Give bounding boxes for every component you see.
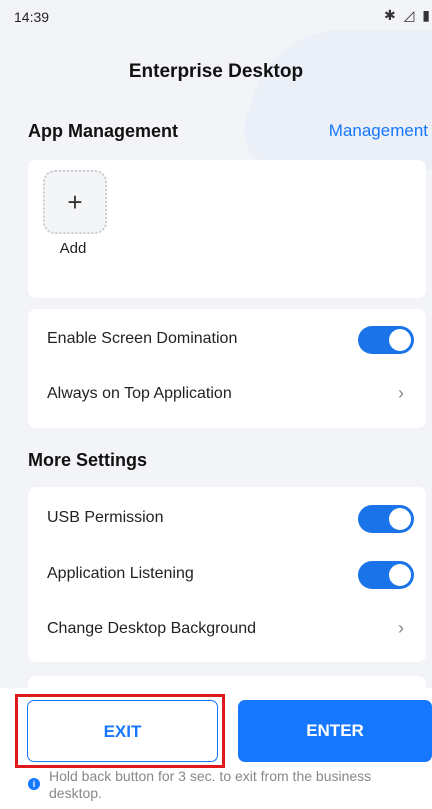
row-label: Always on Top Application (47, 385, 232, 402)
row-label: Change Desktop Background (47, 620, 257, 637)
add-label: Add (59, 240, 87, 257)
hint-text: Hold back button for 3 sec. to exit from… (49, 768, 372, 801)
usb-permission-toggle[interactable] (358, 505, 414, 533)
chevron-right-icon: › (398, 618, 404, 638)
row-label: Application Listening (47, 565, 194, 582)
toggle-knob (389, 564, 411, 586)
more-settings-title: More Settings (28, 450, 148, 470)
add-app-button[interactable]: + (43, 170, 107, 234)
plus-icon: + (67, 187, 83, 217)
info-icon: i (28, 778, 40, 790)
row-label: Enable Screen Domination (47, 330, 238, 347)
row-label: USB Permission (47, 509, 164, 526)
screen-settings-card: Enable Screen Domination Always on Top A… (28, 309, 426, 428)
row-always-on-top[interactable]: Always on Top Application › (28, 367, 426, 423)
management-link[interactable]: Management (329, 121, 428, 141)
app-card: + Add (28, 160, 426, 298)
toggle-knob (389, 508, 411, 530)
screen-domination-toggle[interactable] (358, 326, 414, 354)
page-title: Enterprise Desktop (128, 61, 304, 82)
row-application-listening: Application Listening (28, 547, 426, 603)
exit-highlight-outline (15, 694, 225, 768)
status-bar: 14:39 ✱ ◿ ▮ (0, 0, 432, 32)
row-enable-screen-domination: Enable Screen Domination (28, 312, 426, 368)
enter-button[interactable]: ENTER (238, 700, 432, 762)
row-change-desktop-background[interactable]: Change Desktop Background › (28, 602, 426, 658)
row-usb-permission: USB Permission (28, 491, 426, 547)
app-management-title: App Management (28, 121, 179, 141)
chevron-right-icon: › (398, 383, 404, 403)
more-settings-card: USB Permission Application Listening Cha… (28, 487, 426, 662)
status-time: 14:39 (14, 9, 50, 25)
toggle-knob (389, 329, 411, 351)
status-icons: ✱ ◿ ▮ (384, 7, 432, 23)
header-decoration (226, 30, 432, 170)
application-listening-toggle[interactable] (358, 561, 414, 589)
